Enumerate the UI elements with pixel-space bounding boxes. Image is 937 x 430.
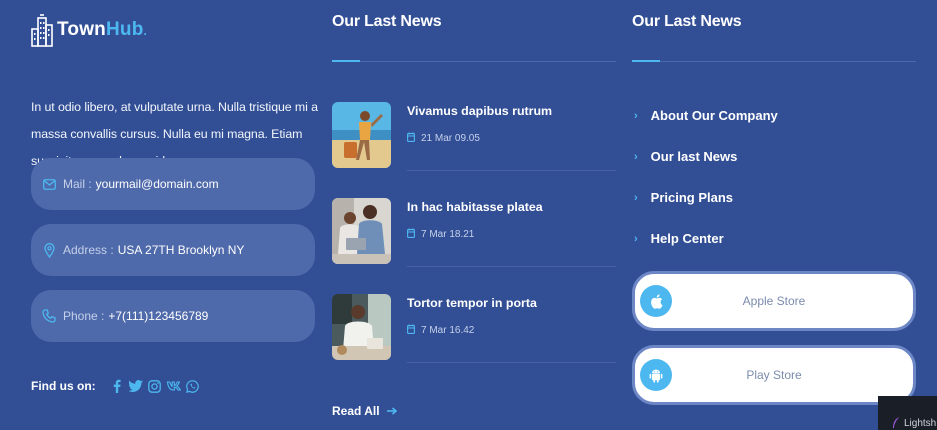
news-title[interactable]: Tortor tempor in porta (407, 296, 537, 310)
instagram-icon[interactable] (148, 379, 162, 393)
news-title[interactable]: In hac habitasse platea (407, 200, 543, 214)
link-label: Our last News (650, 149, 738, 164)
calendar-icon (407, 132, 415, 145)
contact-label: Mail : (63, 177, 92, 191)
footer-about-column: TownHub. In ut odio libero, at vulputate… (31, 0, 321, 430)
link-label: Pricing Plans (650, 190, 734, 205)
chevron-right-icon: › (634, 232, 638, 245)
apple-store-button[interactable]: Apple Store (632, 271, 916, 331)
heading-accent (332, 60, 360, 62)
news-divider (407, 266, 616, 267)
logo-wordmark: TownHub. (57, 19, 148, 40)
townhub-logo[interactable]: TownHub. (31, 13, 147, 47)
read-all-label: Read All (332, 404, 380, 418)
apple-icon (640, 285, 672, 317)
play-store-button[interactable]: Play Store (632, 345, 916, 405)
link-label: About Our Company (650, 108, 778, 123)
link-our-last-news[interactable]: › Our last News (632, 136, 778, 177)
chevron-right-icon: › (634, 150, 638, 163)
news-thumbnail[interactable] (332, 294, 391, 360)
lightshot-overlay[interactable]: Lightsh (878, 396, 937, 430)
calendar-icon (407, 324, 415, 337)
contact-label: Address : (63, 243, 114, 257)
chevron-right-icon: › (634, 191, 638, 204)
whatsapp-icon[interactable] (186, 379, 200, 393)
store-label: Apple Store (742, 294, 806, 308)
link-pricing-plans[interactable]: › Pricing Plans (632, 177, 778, 218)
news-date-text: 7 Mar 18.21 (421, 229, 475, 240)
news-divider (407, 362, 616, 363)
news-date-text: 21 Mar 09.05 (421, 133, 480, 144)
news-thumbnail[interactable] (332, 198, 391, 264)
link-label: Help Center (650, 231, 724, 246)
link-about-company[interactable]: › About Our Company (632, 95, 778, 136)
city-buildings-icon (31, 14, 53, 47)
contact-value[interactable]: +7(111)123456789 (108, 309, 208, 323)
news-divider (407, 170, 616, 171)
facebook-icon[interactable] (110, 379, 124, 393)
heading-divider (632, 60, 916, 62)
news-heading: Our Last News (332, 13, 442, 30)
news-item[interactable]: In hac habitasse platea 7 Mar 18.21 (332, 198, 616, 294)
news-date-text: 7 Mar 16.42 (421, 325, 475, 336)
news-date: 7 Mar 18.21 (407, 228, 474, 241)
android-icon (640, 359, 672, 391)
news-date: 21 Mar 09.05 (407, 132, 480, 145)
contact-label: Phone : (63, 309, 105, 323)
news-date: 7 Mar 16.42 (407, 324, 474, 337)
contact-mail[interactable]: Mail : yourmail@domain.com (31, 158, 315, 210)
news-item[interactable]: Tortor tempor in porta 7 Mar 16.42 (332, 294, 616, 390)
news-item[interactable]: Vivamus dapibus rutrum 21 Mar 09.05 (332, 102, 616, 198)
phone-icon (42, 308, 56, 324)
vk-icon[interactable] (166, 379, 181, 393)
store-label: Play Store (746, 368, 802, 382)
footer-news-column: Our Last News Vivamus dapibus rutrum 21 … (332, 0, 616, 430)
news-title[interactable]: Vivamus dapibus rutrum (407, 104, 552, 118)
heading-divider (332, 60, 616, 62)
location-pin-icon (42, 242, 56, 258)
contact-value: USA 27TH Brooklyn NY (117, 243, 245, 257)
social-links: Find us on: (31, 379, 205, 393)
contact-address[interactable]: Address : USA 27TH Brooklyn NY (31, 224, 315, 276)
contact-phone[interactable]: Phone : +7(111)123456789 (31, 290, 315, 342)
news-thumbnail[interactable] (332, 102, 391, 168)
twitter-icon[interactable] (128, 379, 143, 393)
footer-links-column: Our Last News › About Our Company › Our la… (632, 0, 922, 430)
find-us-label: Find us on: (31, 379, 96, 393)
link-help-center[interactable]: › Help Center (632, 218, 778, 259)
mail-icon (42, 176, 56, 192)
contact-value[interactable]: yourmail@domain.com (96, 177, 219, 191)
calendar-icon (407, 228, 415, 241)
links-heading: Our Last News (632, 13, 742, 30)
read-all-link[interactable]: Read All (332, 404, 397, 418)
quick-links-list: › About Our Company › Our last News › Prici… (632, 95, 778, 259)
heading-accent (632, 60, 660, 62)
chevron-right-icon: › (634, 109, 638, 122)
feather-icon (892, 416, 900, 430)
arrow-right-icon (386, 407, 397, 415)
lightshot-label: Lightsh (904, 418, 937, 429)
